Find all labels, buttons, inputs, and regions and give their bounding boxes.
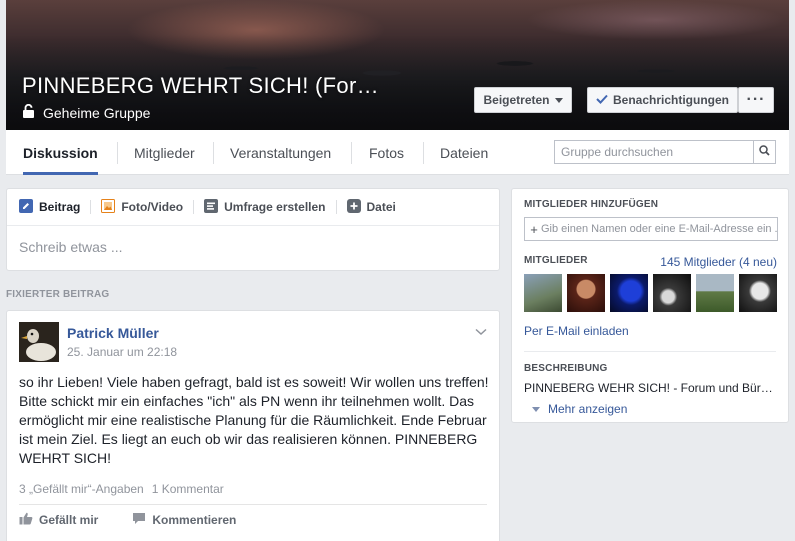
comment-label: Kommentieren bbox=[152, 512, 237, 527]
member-avatar[interactable] bbox=[739, 274, 777, 312]
composer-tab-photo-video-label: Foto/Video bbox=[121, 200, 184, 214]
pinned-post: Patrick Müller 25. Januar um 22:18 so ih… bbox=[6, 310, 500, 541]
thumbs-up-icon bbox=[19, 512, 33, 528]
like-label: Gefällt mir bbox=[39, 512, 99, 527]
search-icon bbox=[759, 145, 770, 159]
checkmark-icon bbox=[596, 93, 608, 107]
member-avatar[interactable] bbox=[524, 274, 562, 312]
member-avatar[interactable] bbox=[653, 274, 691, 312]
plus-icon: + bbox=[530, 221, 538, 237]
member-avatar[interactable] bbox=[610, 274, 648, 312]
composer-tab-poll[interactable]: Umfrage erstellen bbox=[204, 198, 333, 216]
chevron-down-icon bbox=[554, 97, 563, 103]
add-members-heading: MITGLIEDER HINZUFÜGEN bbox=[524, 199, 659, 210]
group-sidebar: MITGLIEDER HINZUFÜGEN + MITGLIEDER 145 M… bbox=[511, 188, 789, 423]
post-composer: Beitrag Foto/Video Umfrage erstellen Dat… bbox=[6, 188, 500, 271]
group-title[interactable]: PINNEBERG WEHRT SICH! (For… bbox=[22, 73, 379, 99]
tab-members[interactable]: Mitglieder bbox=[134, 130, 195, 175]
show-more-label: Mehr anzeigen bbox=[548, 402, 628, 416]
chevron-down-icon bbox=[532, 406, 540, 412]
composer-tab-poll-label: Umfrage erstellen bbox=[224, 200, 326, 214]
post-author[interactable]: Patrick Müller bbox=[67, 325, 159, 341]
more-dots-icon: ··· bbox=[746, 91, 766, 108]
search-button[interactable] bbox=[753, 141, 775, 163]
notifications-button[interactable]: Benachrichtigungen bbox=[587, 87, 738, 113]
member-avatar[interactable] bbox=[696, 274, 734, 312]
members-count-link[interactable]: 145 Mitglieder (4 neu) bbox=[660, 255, 777, 269]
group-privacy: Geheime Gruppe bbox=[22, 103, 151, 121]
tab-files[interactable]: Dateien bbox=[440, 130, 488, 175]
composer-tab-post[interactable]: Beitrag bbox=[19, 198, 88, 216]
composer-tab-post-label: Beitrag bbox=[39, 200, 81, 214]
comment-button[interactable]: Kommentieren bbox=[132, 512, 236, 528]
members-heading: MITGLIEDER bbox=[524, 255, 588, 266]
likes-count[interactable]: 3 „Gefällt mir“-Angaben bbox=[19, 482, 144, 496]
post-options-chevron-icon[interactable] bbox=[475, 325, 487, 339]
notifications-label: Benachrichtigungen bbox=[612, 93, 729, 107]
pencil-icon bbox=[19, 198, 33, 216]
poll-icon bbox=[204, 198, 219, 216]
composer-tab-photo-video[interactable]: Foto/Video bbox=[101, 198, 191, 216]
member-thumbnails bbox=[524, 274, 777, 312]
group-description: PINNEBERG WEHR SICH! - Forum und Bür… bbox=[524, 381, 773, 395]
post-timestamp[interactable]: 25. Januar um 22:18 bbox=[67, 345, 177, 359]
tab-photos[interactable]: Fotos bbox=[369, 130, 404, 175]
post-body: so ihr Lieben! Viele haben gefragt, bald… bbox=[19, 374, 489, 466]
joined-button[interactable]: Beigetreten bbox=[474, 87, 572, 113]
privacy-label: Geheime Gruppe bbox=[43, 104, 151, 121]
photo-icon bbox=[101, 198, 116, 216]
member-avatar[interactable] bbox=[567, 274, 605, 312]
show-more-link[interactable]: Mehr anzeigen bbox=[532, 402, 627, 416]
add-members-input[interactable] bbox=[541, 223, 777, 235]
lock-icon bbox=[22, 103, 35, 121]
group-tab-bar: Diskussion Mitglieder Veranstaltungen Fo… bbox=[6, 130, 789, 175]
composer-tab-file[interactable]: Datei bbox=[346, 198, 404, 216]
composer-text-input[interactable]: Schreib etwas ... bbox=[7, 226, 499, 268]
joined-label: Beigetreten bbox=[483, 93, 550, 107]
description-heading: BESCHREIBUNG bbox=[524, 363, 608, 374]
comment-icon bbox=[132, 512, 146, 528]
add-members-field: + bbox=[524, 217, 778, 241]
group-search-input[interactable] bbox=[555, 141, 753, 163]
like-button[interactable]: Gefällt mir bbox=[19, 512, 98, 528]
invite-by-email-link[interactable]: Per E-Mail einladen bbox=[524, 324, 629, 338]
file-plus-icon bbox=[346, 198, 361, 216]
composer-tab-file-label: Datei bbox=[366, 200, 396, 214]
comments-count[interactable]: 1 Kommentar bbox=[152, 482, 224, 496]
pinned-post-heading: FIXIERTER BEITRAG bbox=[6, 289, 110, 300]
more-options-button[interactable]: ··· bbox=[738, 87, 774, 113]
group-search bbox=[554, 140, 776, 164]
avatar[interactable] bbox=[19, 322, 59, 362]
post-actions: Gefällt mir Kommentieren bbox=[19, 504, 487, 534]
tab-events[interactable]: Veranstaltungen bbox=[230, 130, 331, 175]
post-stats: 3 „Gefällt mir“-Angaben 1 Kommentar bbox=[19, 482, 224, 496]
tab-discussion[interactable]: Diskussion bbox=[23, 130, 98, 175]
